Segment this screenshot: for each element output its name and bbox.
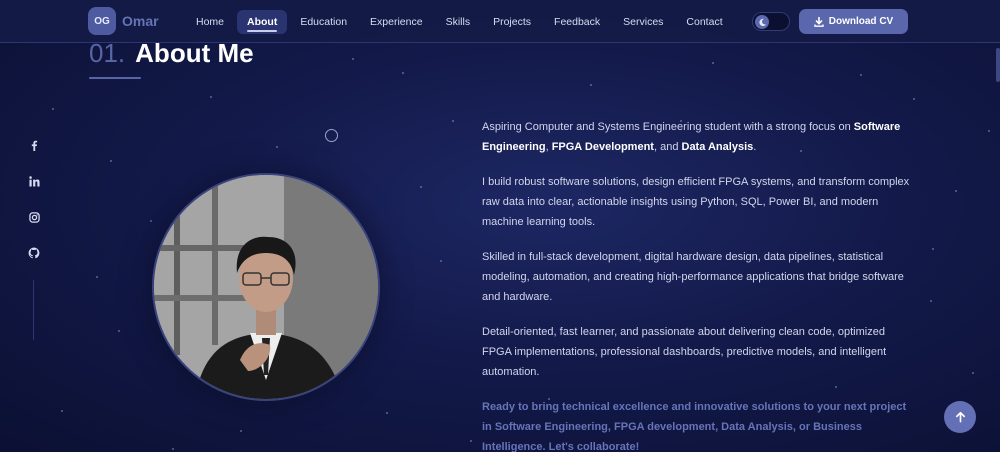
download-cv-button[interactable]: Download CV xyxy=(799,9,908,34)
navbar: OG Omar Home About Education Experience … xyxy=(0,0,1000,43)
nav-link-about[interactable]: About xyxy=(237,10,288,34)
nav-link-services[interactable]: Services xyxy=(613,10,673,34)
about-paragraph-cta: Ready to bring technical excellence and … xyxy=(482,401,907,452)
social-links xyxy=(25,136,43,280)
decorative-ring xyxy=(325,129,338,142)
profile-photo xyxy=(152,173,380,401)
about-text: Aspiring Computer and Systems Engineerin… xyxy=(482,117,914,452)
highlight-data-analysis: Data Analysis xyxy=(681,141,754,153)
nav-link-contact[interactable]: Contact xyxy=(676,10,732,34)
scroll-to-top-button[interactable] xyxy=(944,401,976,433)
theme-toggle[interactable] xyxy=(752,12,790,31)
about-paragraph-build: I build robust software solutions, desig… xyxy=(482,176,910,228)
download-icon xyxy=(814,16,824,27)
nav-link-projects[interactable]: Projects xyxy=(483,10,541,34)
section-title: About Me xyxy=(135,38,254,68)
nav-link-education[interactable]: Education xyxy=(290,10,357,34)
nav-link-skills[interactable]: Skills xyxy=(436,10,481,34)
brand-badge: OG xyxy=(88,7,116,35)
about-paragraph-traits: Detail-oriented, fast learner, and passi… xyxy=(482,326,887,378)
nav-link-feedback[interactable]: Feedback xyxy=(544,10,610,34)
nav-links: Home About Education Experience Skills P… xyxy=(186,10,736,34)
facebook-icon[interactable] xyxy=(25,136,43,154)
highlight-fpga-development: FPGA Development xyxy=(551,141,654,153)
heading-underline xyxy=(89,77,141,79)
page-scrollbar[interactable] xyxy=(996,48,1000,82)
github-icon[interactable] xyxy=(25,244,43,262)
brand-logo[interactable]: OG Omar xyxy=(88,7,159,35)
social-divider xyxy=(33,280,34,340)
instagram-icon[interactable] xyxy=(25,208,43,226)
about-paragraph-intro: Aspiring Computer and Systems Engineerin… xyxy=(482,121,901,153)
linkedin-icon[interactable] xyxy=(25,172,43,190)
about-paragraph-skills: Skilled in full-stack development, digit… xyxy=(482,251,904,303)
section-heading: 01. About Me xyxy=(89,38,254,69)
download-cv-label: Download CV xyxy=(828,16,894,27)
nav-link-experience[interactable]: Experience xyxy=(360,10,433,34)
section-number: 01. xyxy=(89,38,126,68)
arrow-up-icon xyxy=(955,411,965,423)
moon-icon xyxy=(755,15,769,29)
brand-name: Omar xyxy=(122,13,159,29)
nav-link-home[interactable]: Home xyxy=(186,10,234,34)
